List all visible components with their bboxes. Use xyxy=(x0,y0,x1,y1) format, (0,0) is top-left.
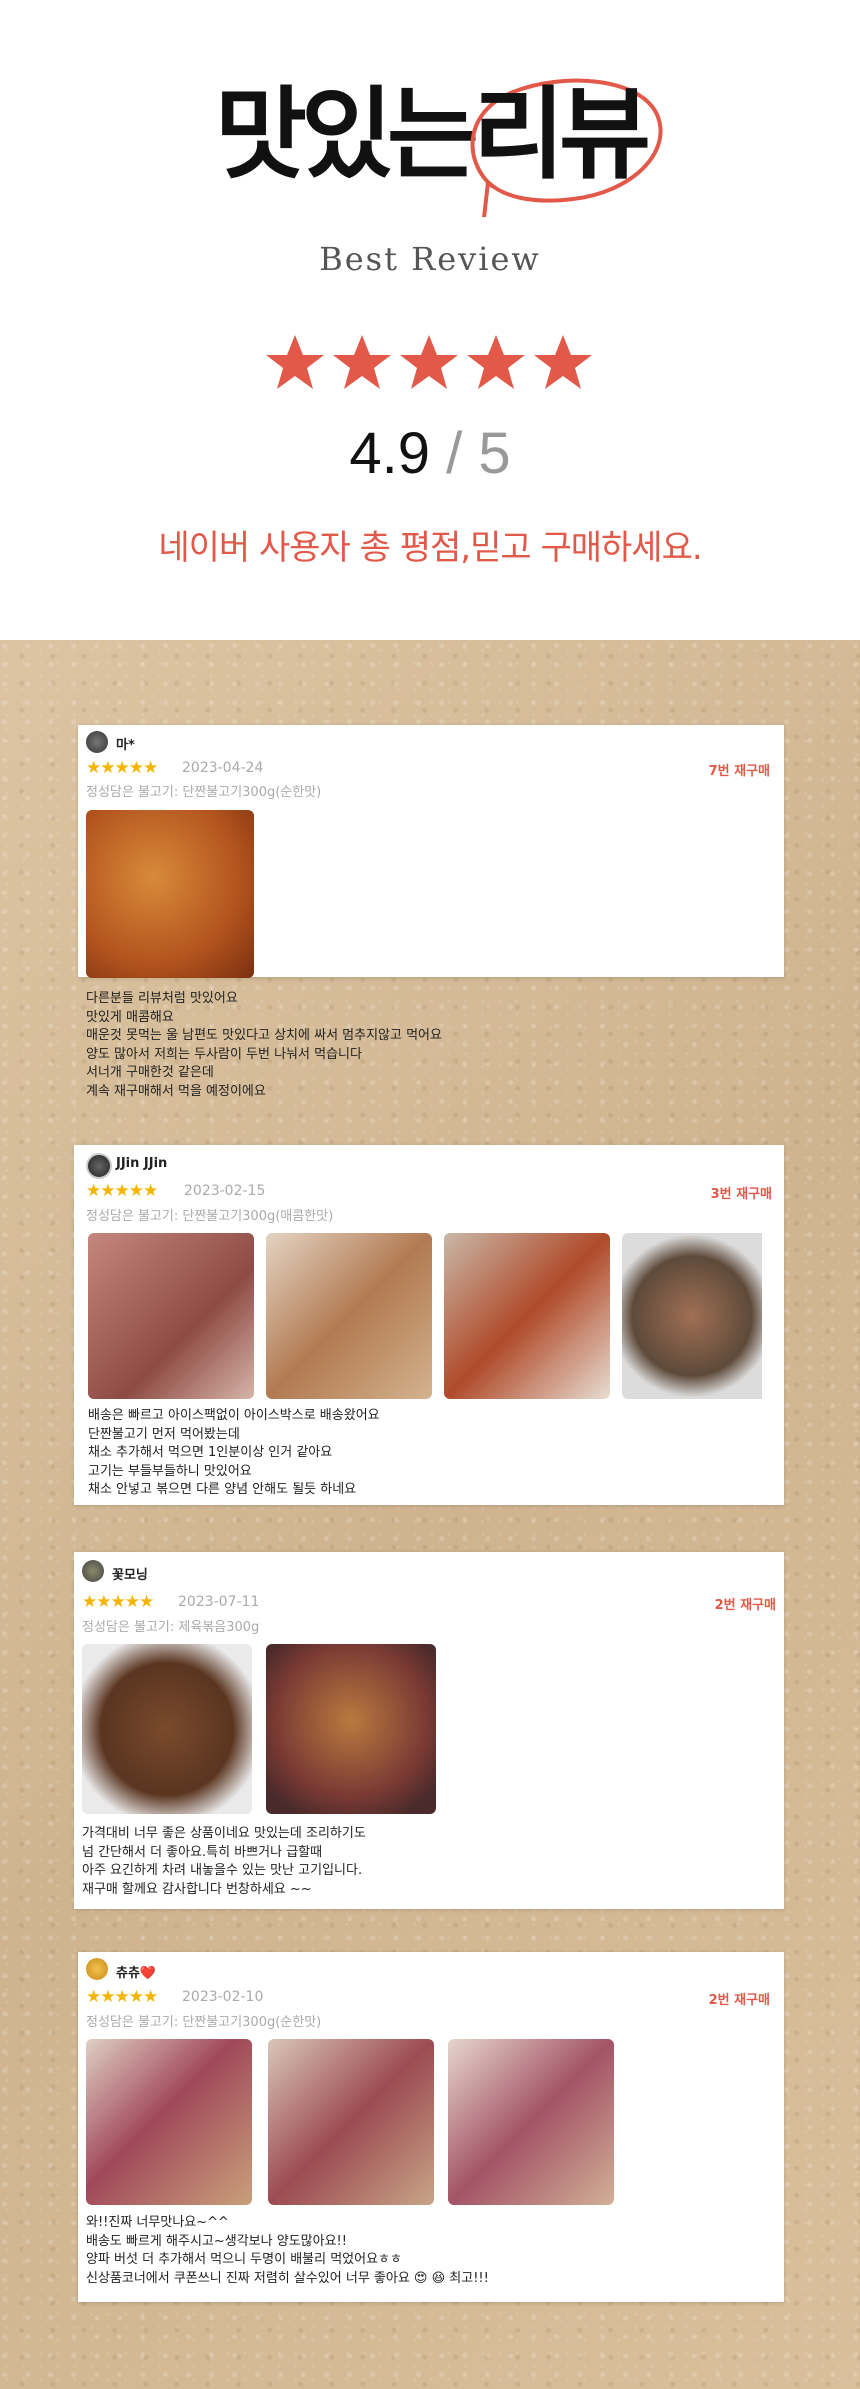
review-card: 츄츄❤️ ★★★★★ 2023-02-10 2번 재구매 정성담은 불고기: 단… xyxy=(78,1952,784,2302)
avatar xyxy=(86,731,108,753)
review-photo[interactable] xyxy=(622,1233,762,1399)
star-rating-icon xyxy=(266,335,592,389)
review-text: 가격대비 너무 좋은 상품이네요 맛있는데 조리하기도 넘 간단해서 더 좋아요… xyxy=(82,1826,366,1897)
repurchase-badge: 2번 재구매 xyxy=(708,1993,770,2008)
review-stars: ★★★★★ xyxy=(86,1181,158,1201)
hero-title: 맛있는 리뷰 xyxy=(0,78,860,217)
review-text: 배송은 빠르고 아이스팩없이 아이스박스로 배송왔어요 단짠불고기 먼저 먹어봤… xyxy=(88,1408,380,1497)
review-user: JJin JJin xyxy=(116,1156,168,1171)
review-date: 2023-02-15 xyxy=(184,1183,266,1199)
review-photo[interactable] xyxy=(266,1644,436,1814)
review-card: 마* ★★★★★ 2023-04-24 7번 재구매 정성담은 불고기: 단짠불… xyxy=(78,725,784,1099)
review-photo[interactable] xyxy=(82,1644,252,1814)
review-user: 마* xyxy=(116,738,135,753)
repurchase-badge: 3번 재구매 xyxy=(710,1187,772,1202)
score-separator: / xyxy=(430,421,479,486)
rating-stars xyxy=(0,333,860,397)
review-option: 정성담은 불고기: 단짠불고기300g(순한맛) xyxy=(86,785,322,800)
reviews-background: 마* ★★★★★ 2023-04-24 7번 재구매 정성담은 불고기: 단짠불… xyxy=(0,640,860,2389)
repurchase-badge: 2번 재구매 xyxy=(714,1598,776,1613)
review-user: 츄츄❤️ xyxy=(116,1966,157,1981)
review-stars: ★★★★★ xyxy=(86,758,158,778)
title-accent: 리뷰 xyxy=(470,78,663,217)
review-stars: ★★★★★ xyxy=(86,1987,158,2007)
review-photo[interactable] xyxy=(266,1233,432,1399)
review-user: 꽃모닝 xyxy=(112,1568,148,1583)
avatar xyxy=(82,1560,104,1582)
review-photo[interactable] xyxy=(88,1233,254,1399)
review-option: 정성담은 불고기: 제육볶음300g xyxy=(82,1620,260,1635)
review-photo[interactable] xyxy=(86,810,254,978)
review-option: 정성담은 불고기: 단짠불고기300g(매콤한맛) xyxy=(86,1209,334,1224)
review-photo[interactable] xyxy=(448,2039,614,2205)
score-value: 4.9 xyxy=(349,421,431,486)
hero-section: 맛있는 리뷰 Best Review 4.9 / 5 네이버 사용자 총 평점,… xyxy=(0,0,860,640)
review-card: 꽃모닝 ★★★★★ 2023-07-11 2번 재구매 정성담은 불고기: 제육… xyxy=(74,1552,784,1909)
review-stars: ★★★★★ xyxy=(82,1592,154,1612)
review-text: 다른분들 리뷰처럼 맛있어요 맛있게 매콤해요 매운것 못먹는 울 남편도 맛있… xyxy=(86,991,442,1099)
score-max: 5 xyxy=(478,421,511,486)
avatar xyxy=(86,1958,108,1980)
review-photo[interactable] xyxy=(268,2039,434,2205)
tagline: 네이버 사용자 총 평점,믿고 구매하세요. xyxy=(158,528,702,568)
review-date: 2023-04-24 xyxy=(182,760,264,776)
review-card: JJin JJin ★★★★★ 2023-02-15 3번 재구매 정성담은 불… xyxy=(74,1145,784,1505)
title-part1: 맛있는 xyxy=(215,76,479,193)
review-date: 2023-07-11 xyxy=(178,1594,260,1610)
score: 4.9 / 5 xyxy=(0,420,860,487)
review-photo[interactable] xyxy=(444,1233,610,1399)
avatar xyxy=(86,1153,112,1179)
review-photo[interactable] xyxy=(86,2039,252,2205)
repurchase-badge: 7번 재구매 xyxy=(708,764,770,779)
review-option: 정성담은 불고기: 단짠불고기300g(순한맛) xyxy=(86,2015,322,2030)
review-date: 2023-02-10 xyxy=(182,1989,264,2005)
subtitle: Best Review xyxy=(319,240,541,278)
review-text: 와!!진짜 너무맛나요~^^ 배송도 빠르게 해주시고~생각보나 양도많아요!!… xyxy=(86,2215,489,2286)
